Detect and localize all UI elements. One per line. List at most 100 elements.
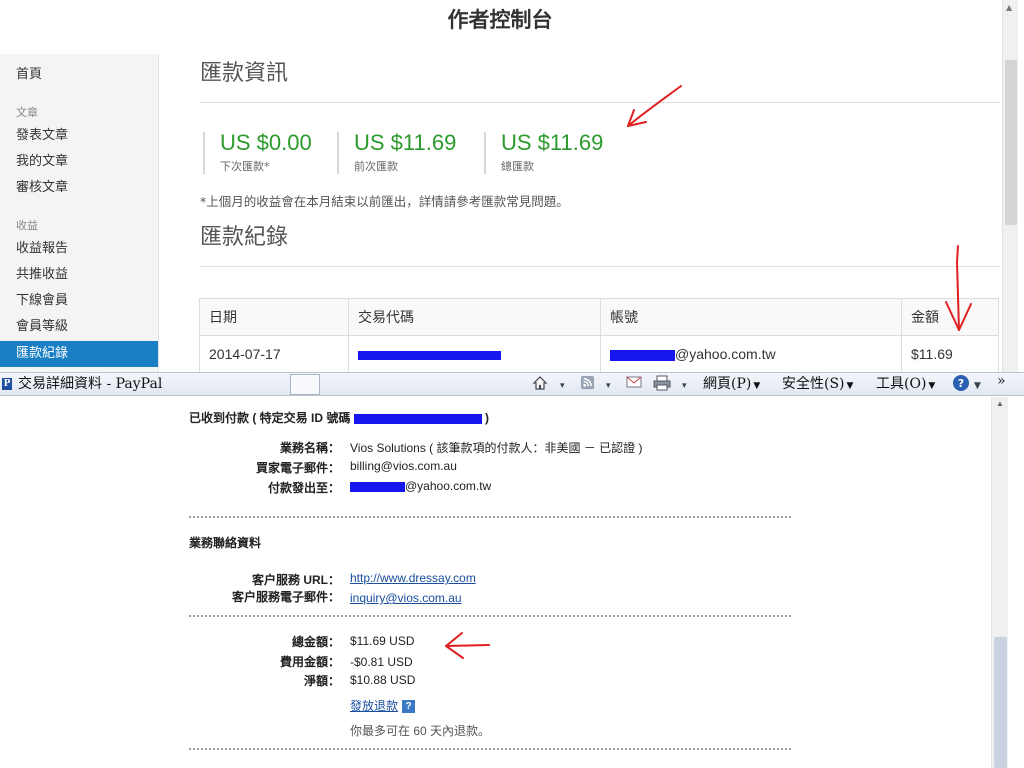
buyer-email-label: 買家電子郵件： xyxy=(255,461,340,475)
new-tab-button[interactable] xyxy=(290,374,320,395)
sidebar-item-publish[interactable]: 發表文章 xyxy=(0,123,158,149)
business-name-label: 業務名稱： xyxy=(279,441,340,455)
remittance-note: *上個月的收益會在本月結束以前匯出，詳情請參考匯款常見問題。 xyxy=(200,194,569,209)
records-heading: 匯款紀錄 xyxy=(200,225,289,250)
scrollbar-thumb[interactable] xyxy=(994,637,1007,768)
browser-tab[interactable]: P 交易詳細資料 - PayPal xyxy=(0,373,162,396)
dotted-divider xyxy=(189,516,791,518)
menu-page-label: 網頁(P) xyxy=(703,376,752,392)
menu-tools-label: 工具(O) xyxy=(876,376,927,392)
stat-amount: US $0.00 xyxy=(220,130,312,155)
sidebar-item-member-level[interactable]: 會員等級 xyxy=(0,314,158,340)
received-title-close: ) xyxy=(485,411,490,425)
svg-text:?: ? xyxy=(958,377,964,390)
sidebar: 首頁 文章 發表文章 我的文章 審核文章 收益 收益報告 共推收益 下線會員 會… xyxy=(0,54,159,372)
received-title-text: 已收到付款 ( 特定交易 ID 號碼 xyxy=(189,411,351,425)
redaction-mark xyxy=(358,350,501,360)
divider xyxy=(200,102,1000,103)
stat-label: 總匯款 xyxy=(501,160,534,173)
remittance-table: 日期 交易代碼 帳號 金額 2014-07-17 @yahoo.com.tw $… xyxy=(199,298,999,372)
cs-email-link[interactable]: inquiry@vios.com.au xyxy=(350,591,462,605)
redaction-mark xyxy=(350,481,405,492)
cell-amount: $11.69 xyxy=(901,335,999,372)
col-account: 帳號 xyxy=(600,298,902,336)
scroll-up-arrow-icon[interactable]: ▲ xyxy=(1006,3,1012,12)
received-payment-title: 已收到付款 ( 特定交易 ID 號碼 ) xyxy=(189,409,489,426)
stat-next-remittance: US $0.00 下次匯款* xyxy=(203,132,312,174)
remit-info-heading: 匯款資訊 xyxy=(200,61,289,86)
sidebar-section-articles: 文章 xyxy=(16,106,38,119)
chevron-down-icon: ▼ xyxy=(846,381,854,391)
sidebar-item-remittance-records[interactable]: 匯款紀錄 xyxy=(0,341,158,367)
stat-total-remittance: US $11.69 總匯款 xyxy=(484,132,603,174)
stat-amount: US $11.69 xyxy=(354,130,457,155)
account-suffix: @yahoo.com.tw xyxy=(675,346,776,362)
cs-url-text[interactable]: http://www.dressay.com xyxy=(350,571,476,585)
page-title: 作者控制台 xyxy=(447,8,553,32)
table-row: 2014-07-17 @yahoo.com.tw $11.69 xyxy=(199,335,999,372)
cell-transaction-id xyxy=(348,335,601,372)
dotted-divider xyxy=(189,615,791,617)
refund-row: 發放退款? xyxy=(350,697,416,714)
net-label: 淨額： xyxy=(303,674,340,688)
dotted-divider xyxy=(189,748,791,750)
tab-title: 交易詳細資料 - PayPal xyxy=(18,376,163,392)
cs-url-link[interactable]: http://www.dressay.com xyxy=(350,571,476,585)
home-icon[interactable] xyxy=(532,375,548,395)
paid-to-suffix: @yahoo.com.tw xyxy=(405,479,492,493)
cell-account: @yahoo.com.tw xyxy=(600,335,902,372)
fee-label: 費用金額： xyxy=(279,655,340,669)
stat-amount: US $11.69 xyxy=(501,130,604,155)
sidebar-item-earnings-report[interactable]: 收益報告 xyxy=(0,236,158,262)
help-icon[interactable]: ? xyxy=(952,374,970,394)
scrollbar-thumb[interactable] xyxy=(1005,60,1017,225)
sidebar-item-home[interactable]: 首頁 xyxy=(0,62,158,88)
toolbar-overflow-button[interactable]: » xyxy=(997,370,1006,393)
print-dropdown-icon[interactable]: ▾ xyxy=(682,376,687,396)
menu-tools[interactable]: 工具(O) ▼ xyxy=(876,373,935,396)
help-dropdown-icon[interactable]: ▼ xyxy=(974,376,981,396)
cs-url-label: 客户服務 URL： xyxy=(252,573,340,587)
redaction-mark xyxy=(353,413,482,424)
feed-dropdown-icon[interactable]: ▾ xyxy=(606,376,611,396)
business-name-value: Vios Solutions ( 該筆款項的付款人：非美國 － 已認證 ) xyxy=(350,441,643,455)
browser-toolbar: P 交易詳細資料 - PayPal ▾ ▾ ▾ 網頁(P) ▼ 安全性(S) ▼ 工具… xyxy=(0,372,1024,396)
cs-email-text[interactable]: inquiry@vios.com.au xyxy=(350,591,462,605)
refund-note: 你最多可在 60 天內退款。 xyxy=(350,724,491,738)
home-dropdown-icon[interactable]: ▾ xyxy=(560,376,565,396)
paypal-favicon-icon: P xyxy=(2,378,12,390)
stat-previous-remittance: US $11.69 前次匯款 xyxy=(337,132,456,174)
paid-to-label: 付款發出至： xyxy=(267,481,340,495)
fee-value: -$0.81 USD xyxy=(350,655,413,669)
sidebar-section-earnings: 收益 xyxy=(16,219,38,232)
sidebar-item-co-promo[interactable]: 共推收益 xyxy=(0,262,158,288)
mail-icon[interactable] xyxy=(626,375,642,395)
buyer-email-value: billing@vios.com.au xyxy=(350,459,457,473)
stat-label: 下次匯款* xyxy=(220,160,270,173)
sidebar-item-my-articles[interactable]: 我的文章 xyxy=(0,149,158,175)
divider xyxy=(200,266,1000,267)
paypal-transaction-pane: 已收到付款 ( 特定交易 ID 號碼 ) 業務名稱： Vios Solution… xyxy=(0,397,1024,768)
bottom-scrollbar[interactable]: ▲ xyxy=(991,397,1008,768)
total-value: $11.69 USD xyxy=(350,634,415,648)
rss-feed-icon[interactable] xyxy=(580,375,595,395)
menu-page[interactable]: 網頁(P) ▼ xyxy=(703,373,760,396)
contact-section-title: 業務聯絡資料 xyxy=(189,536,262,550)
col-transaction-id: 交易代碼 xyxy=(348,298,601,336)
print-icon[interactable] xyxy=(653,375,671,395)
top-scrollbar[interactable]: ▲ xyxy=(1002,0,1018,372)
scroll-up-arrow-icon[interactable]: ▲ xyxy=(996,399,1004,408)
refund-link[interactable]: 發放退款 xyxy=(350,699,398,713)
col-date: 日期 xyxy=(199,298,349,336)
menu-safety[interactable]: 安全性(S) ▼ xyxy=(782,373,853,396)
col-amount: 金額 xyxy=(901,298,999,336)
redaction-mark xyxy=(610,349,675,361)
total-label: 總金額： xyxy=(291,635,340,649)
chevron-down-icon: ▼ xyxy=(753,381,761,391)
sidebar-item-downline[interactable]: 下線會員 xyxy=(0,288,158,314)
chevron-down-icon: ▼ xyxy=(928,381,936,391)
menu-safety-label: 安全性(S) xyxy=(782,376,845,392)
question-mark-icon[interactable]: ? xyxy=(402,700,416,714)
sidebar-item-review[interactable]: 審核文章 xyxy=(0,175,158,201)
cell-date: 2014-07-17 xyxy=(199,335,349,372)
